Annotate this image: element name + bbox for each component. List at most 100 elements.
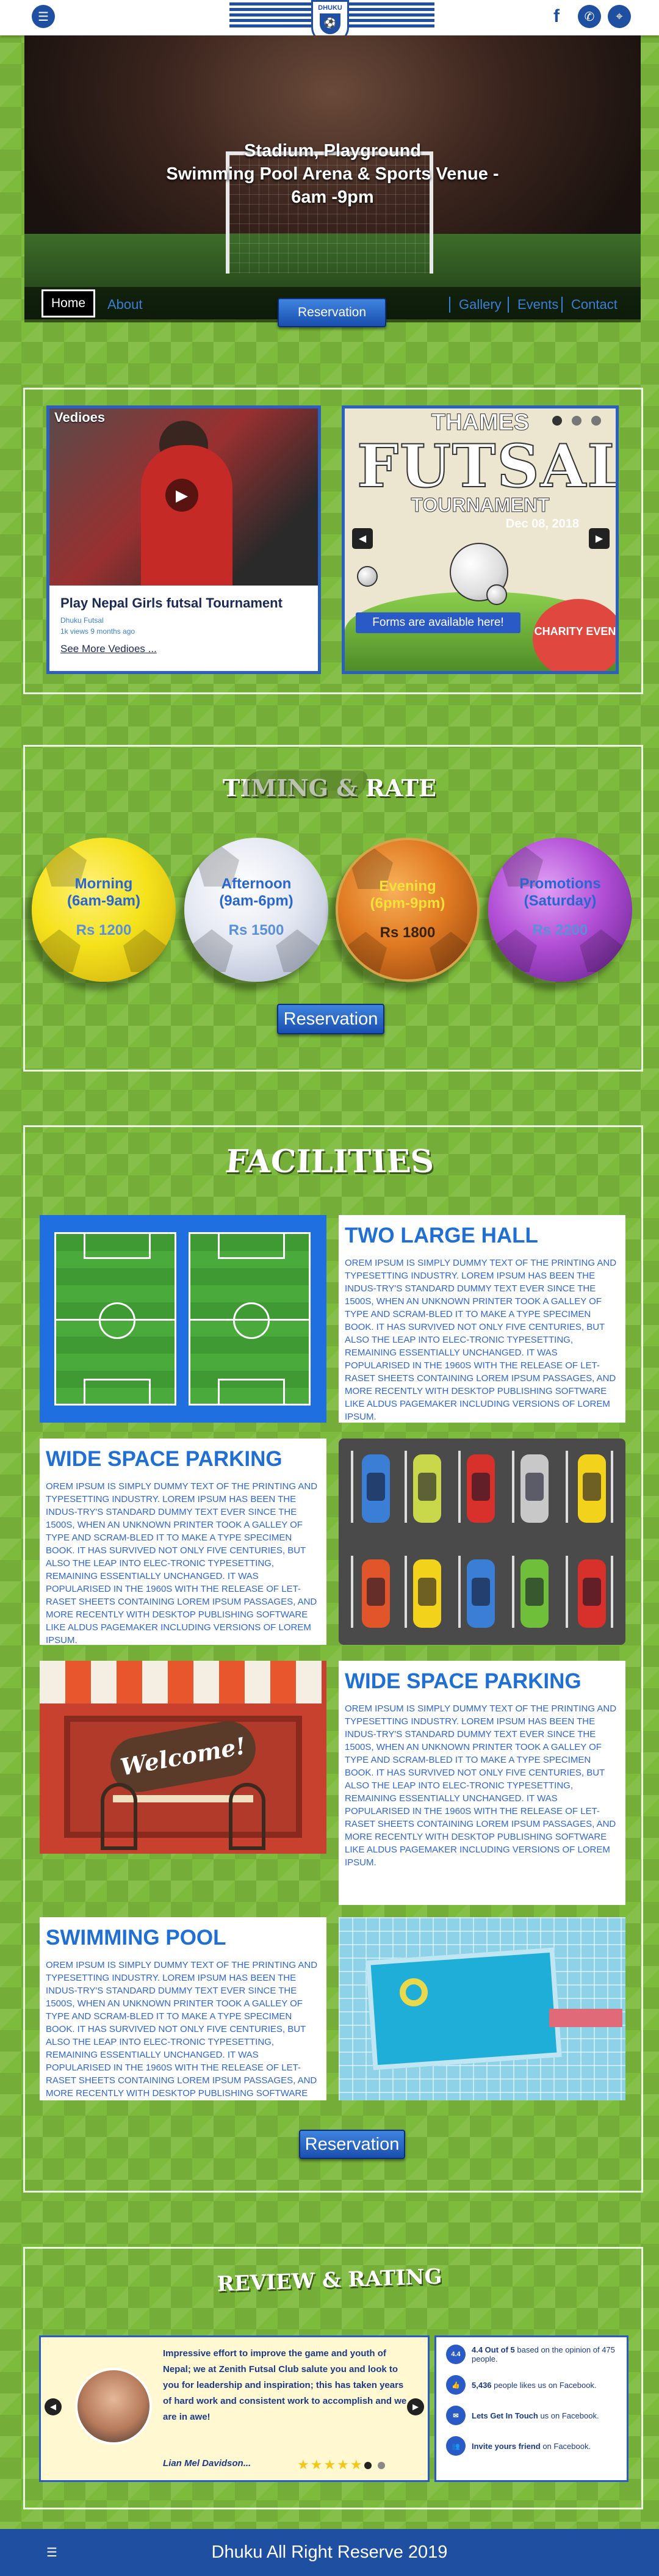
carousel-prev-icon[interactable]: ◀ — [352, 528, 373, 549]
facility-description: OREM IPSUM IS SIMPLY DUMMY TEXT OF THE P… — [345, 1703, 617, 1868]
timing-promotions[interactable]: Promotions (Saturday) Rs 2200 — [488, 838, 632, 982]
facility-card-parking-2: WIDE SPACE PARKING OREM IPSUM IS SIMPLY … — [339, 1661, 625, 1905]
whatsapp-icon[interactable]: ✆ — [578, 5, 601, 28]
nav-contact[interactable]: Contact — [561, 297, 618, 313]
car-icon — [362, 1559, 390, 1628]
cafe-chair — [101, 1783, 137, 1850]
timing-label: Promotions (Saturday) — [488, 876, 632, 910]
timing-price: Rs 1800 — [380, 924, 436, 941]
nav-events[interactable]: Events — [508, 297, 558, 313]
rating-badge-icon: 4.4 — [446, 2345, 466, 2364]
logo-text: DHUKU — [318, 4, 342, 12]
video-card[interactable]: ▶ Vedioes Play Nepal Girls futsal Tourna… — [46, 405, 321, 674]
play-icon[interactable]: ▶ — [165, 479, 198, 512]
fb-contact-row[interactable]: ✉ Lets Get In Touch us on Facebook. — [446, 2406, 617, 2425]
timing-label: Afternoon (9am-6pm) — [184, 876, 328, 910]
facilities-reservation-button[interactable]: Reservation — [299, 2130, 405, 2159]
fb-row-rest: on Facebook. — [540, 2441, 591, 2451]
carousel-next-icon[interactable]: ▶ — [589, 528, 610, 549]
two-halls-image — [40, 1215, 326, 1423]
soccer-ball-icon — [486, 584, 507, 605]
fb-likes-row[interactable]: 👍 5,436 people likes us on Facebook. — [446, 2375, 617, 2395]
carousel-dot[interactable] — [591, 416, 601, 426]
video-channel: Dhuku Futsal — [60, 616, 104, 625]
footer-menu-icon[interactable]: ☰ — [40, 2541, 63, 2564]
fb-invite-row[interactable]: 👥 Invite yours friend on Facebook. — [446, 2436, 617, 2456]
flyer-line-2: FUTSAL — [356, 431, 619, 501]
menu-icon[interactable]: ☰ — [32, 5, 55, 28]
nav-about[interactable]: About — [107, 297, 143, 313]
car-icon — [413, 1454, 441, 1523]
carousel-dot[interactable] — [552, 416, 562, 426]
brush-stroke — [239, 771, 372, 799]
car-icon — [520, 1454, 549, 1523]
header-reservation-button[interactable]: Reservation — [278, 298, 386, 327]
facebook-icon[interactable]: f — [545, 5, 568, 28]
parking-line — [512, 1556, 514, 1628]
awning-stripe — [296, 1661, 322, 1703]
cafe-chair — [229, 1783, 265, 1850]
slot-name: Afternoon — [221, 876, 292, 892]
parking-line — [566, 1556, 568, 1628]
see-more-videos-link[interactable]: See More Vedioes ... — [60, 643, 157, 655]
fb-row-bold: 5,436 — [472, 2380, 492, 2390]
testimonial-next-icon[interactable]: ▶ — [407, 2398, 424, 2415]
facilities-title: FACILITIES — [223, 1143, 436, 1181]
awning-stripe — [270, 1661, 296, 1703]
car-icon — [520, 1559, 549, 1628]
timing-morning[interactable]: Morning (6am-9am) Rs 1200 — [32, 838, 176, 982]
slot-time: (9am-6pm) — [219, 893, 293, 909]
location-pin-icon[interactable]: ⌖ — [608, 5, 631, 28]
testimonial-card: ◀ Impressive effort to improve the game … — [39, 2335, 430, 2482]
parking-line — [611, 1556, 613, 1628]
timing-price: Rs 1500 — [228, 922, 284, 938]
soccer-ball-icon — [357, 566, 378, 587]
diving-board — [549, 2009, 622, 2027]
fb-row-text: Lets Get In Touch us on Facebook. — [472, 2411, 599, 2420]
facility-title: SWIMMING POOL — [46, 1926, 226, 1950]
fb-row-rest: people likes us on Facebook. — [491, 2380, 597, 2390]
charity-event-badge: CHARITY EVENT — [533, 599, 616, 671]
testimonial-dot[interactable] — [364, 2462, 372, 2469]
carousel-dot[interactable] — [572, 416, 582, 426]
fb-row-text: Invite yours friend on Facebook. — [472, 2442, 591, 2451]
car-icon — [578, 1454, 606, 1523]
tournament-flyer[interactable]: THAMES FUTSAL TOURNAMENT Dec 08, 2018 ◀ … — [342, 405, 619, 674]
facility-title: WIDE SPACE PARKING — [345, 1669, 582, 1693]
testimonial-dot[interactable] — [378, 2462, 385, 2469]
facility-description: OREM IPSUM IS SIMPLY DUMMY TEXT OF THE P… — [46, 1481, 318, 1645]
flyer-line-3: TOURNAMENT — [411, 494, 550, 517]
shield-icon: ⚽ — [320, 13, 340, 34]
nav-home[interactable]: Home — [41, 289, 95, 317]
parking-line — [458, 1451, 461, 1523]
video-thumbnail[interactable]: ▶ Vedioes — [49, 408, 318, 586]
video-title[interactable]: Play Nepal Girls futsal Tournament — [60, 595, 283, 611]
slot-name: Morning — [74, 876, 133, 892]
hero-banner: Stadium, Playground Swimming Pool Arena … — [24, 35, 641, 319]
fb-row-rest: us on Facebook. — [538, 2411, 599, 2420]
awning-stripe — [117, 1661, 142, 1703]
reviewer-name: Lian Mel Davidson... — [163, 2458, 251, 2469]
player-figure — [141, 445, 232, 586]
slot-name: Promotions — [519, 876, 601, 892]
hero-line-1: Stadium, Playground — [243, 141, 422, 161]
timing-price: Rs 1200 — [76, 922, 132, 938]
timing-reservation-button[interactable]: Reservation — [277, 1004, 384, 1034]
parking-line — [351, 1556, 353, 1628]
facility-title: TWO LARGE HALL — [345, 1224, 538, 1247]
slot-time: (6pm-9pm) — [370, 895, 445, 912]
parking-line — [405, 1451, 407, 1523]
timing-label: Evening (6pm-9pm) — [338, 878, 477, 912]
testimonial-text: Impressive effort to improve the game an… — [163, 2348, 407, 2422]
facility-title: WIDE SPACE PARKING — [46, 1447, 283, 1471]
forms-available-button[interactable]: Forms are available here! — [356, 612, 520, 633]
nav-gallery[interactable]: Gallery — [449, 297, 502, 313]
fb-rating-row[interactable]: 4.4 4.4 Out of 5 based on the opinion of… — [446, 2345, 617, 2364]
messenger-icon: ✉ — [446, 2406, 466, 2425]
video-meta: 1k views 9 months ago — [60, 627, 135, 636]
facility-card-pool: SWIMMING POOL OREM IPSUM IS SIMPLY DUMMY… — [40, 1917, 326, 2100]
timing-afternoon[interactable]: Afternoon (9am-6pm) Rs 1500 — [184, 838, 328, 982]
slot-time: (6am-9am) — [67, 893, 141, 909]
timing-evening[interactable]: Evening (6pm-9pm) Rs 1800 — [336, 838, 480, 982]
testimonial-prev-icon[interactable]: ◀ — [45, 2398, 62, 2415]
